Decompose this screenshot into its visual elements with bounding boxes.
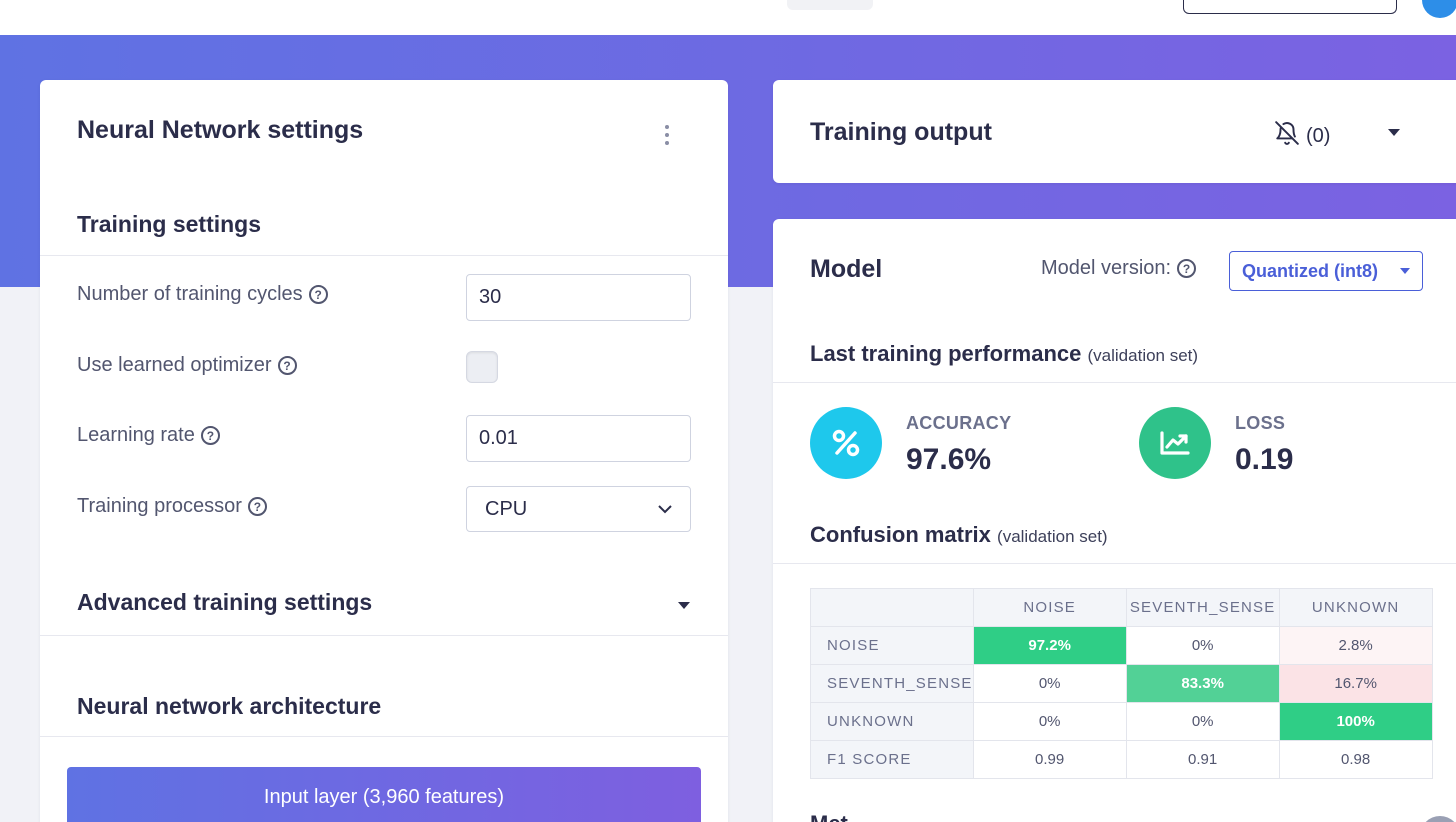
neural-network-settings-card: Neural Network settings Training setting… bbox=[40, 80, 728, 822]
model-version-label: Model version: ? bbox=[1041, 257, 1197, 280]
training-processor-label-text: Training processor bbox=[77, 495, 242, 517]
notification-count: (0) bbox=[1306, 124, 1331, 147]
caret-down-icon[interactable] bbox=[678, 602, 690, 609]
top-navbar bbox=[0, 0, 1456, 35]
confusion-title-text: Confusion matrix bbox=[810, 522, 991, 547]
training-cycles-label-text: Number of training cycles bbox=[77, 283, 303, 305]
model-card: Model Model version: ? Quantized (int8) … bbox=[773, 219, 1456, 822]
column-header: SEVENTH_SENSE bbox=[1125, 588, 1280, 627]
corner-cell bbox=[810, 588, 974, 627]
confusion-matrix-table: NOISE SEVENTH_SENSE UNKNOWN NOISE 97.2% … bbox=[810, 588, 1433, 779]
learning-rate-input[interactable]: 0.01 bbox=[466, 415, 691, 462]
training-processor-select[interactable]: CPU bbox=[466, 486, 691, 532]
question-circle-icon[interactable]: ? bbox=[200, 426, 220, 445]
accuracy-value: 97.6% bbox=[906, 443, 992, 476]
question-circle-icon[interactable]: ? bbox=[1177, 259, 1197, 278]
confusion-subtitle: (validation set) bbox=[997, 527, 1108, 546]
card-title: Neural Network settings bbox=[77, 116, 364, 144]
chevron-down-icon bbox=[658, 504, 672, 514]
confusion-matrix-title: Confusion matrix (validation set) bbox=[810, 522, 1108, 548]
table-row: SEVENTH_SENSE 0% 83.3% 16.7% bbox=[810, 664, 1433, 703]
table-row: UNKNOWN 0% 0% 100% bbox=[810, 702, 1433, 741]
learned-optimizer-label: Use learned optimizer ? bbox=[77, 354, 297, 377]
f1-cell: 0.98 bbox=[1278, 740, 1433, 779]
chart-line-icon bbox=[1139, 407, 1211, 479]
training-output-title: Training output bbox=[810, 118, 992, 146]
kebab-menu-icon[interactable] bbox=[663, 125, 671, 145]
matrix-cell: 83.3% bbox=[1125, 664, 1280, 703]
column-header: UNKNOWN bbox=[1278, 588, 1433, 627]
percent-icon bbox=[810, 407, 882, 479]
learned-optimizer-checkbox[interactable] bbox=[466, 351, 498, 383]
f1-cell: 0.99 bbox=[972, 740, 1127, 779]
learning-rate-label: Learning rate ? bbox=[77, 424, 220, 447]
matrix-cell: 0% bbox=[972, 664, 1127, 703]
accuracy-label: ACCURACY bbox=[906, 413, 1012, 433]
bell-slash-icon bbox=[1274, 120, 1300, 152]
model-version-label-text: Model version: bbox=[1041, 257, 1172, 279]
row-header: SEVENTH_SENSE bbox=[810, 664, 974, 703]
training-processor-label: Training processor ? bbox=[77, 495, 267, 518]
f1-cell: 0.91 bbox=[1125, 740, 1280, 779]
row-header: NOISE bbox=[810, 626, 974, 665]
training-settings-title: Training settings bbox=[77, 211, 262, 237]
row-header: F1 SCORE bbox=[810, 740, 974, 779]
question-circle-icon[interactable]: ? bbox=[277, 356, 297, 375]
caret-down-icon bbox=[1400, 268, 1410, 274]
table-row: F1 SCORE 0.99 0.91 0.98 bbox=[810, 740, 1433, 779]
row-header: UNKNOWN bbox=[810, 702, 974, 741]
caret-down-icon[interactable] bbox=[1388, 129, 1400, 136]
divider bbox=[773, 563, 1456, 564]
question-circle-icon[interactable]: ? bbox=[308, 285, 328, 304]
matrix-cell: 100% bbox=[1278, 702, 1433, 741]
nav-tab-fragment[interactable] bbox=[787, 0, 873, 10]
confusion-header-row: NOISE SEVENTH_SENSE UNKNOWN bbox=[810, 588, 1433, 627]
model-version-select[interactable]: Quantized (int8) bbox=[1229, 251, 1423, 291]
column-header: NOISE bbox=[972, 588, 1127, 627]
architecture-title: Neural network architecture bbox=[77, 693, 382, 719]
divider bbox=[40, 635, 728, 636]
training-cycles-label: Number of training cycles ? bbox=[77, 283, 328, 306]
input-layer-block[interactable]: Input layer (3,960 features) bbox=[67, 767, 701, 822]
loss-value: 0.19 bbox=[1235, 443, 1294, 476]
notifications-toggle[interactable]: (0) bbox=[1274, 120, 1330, 152]
matrix-cell: 0% bbox=[972, 702, 1127, 741]
divider bbox=[40, 736, 728, 737]
matrix-cell: 2.8% bbox=[1278, 626, 1433, 665]
divider bbox=[773, 382, 1456, 383]
question-circle-icon[interactable]: ? bbox=[247, 497, 267, 516]
model-version-value: Quantized (int8) bbox=[1242, 260, 1378, 281]
learned-optimizer-label-text: Use learned optimizer bbox=[77, 354, 272, 376]
matrix-cell: 97.2% bbox=[972, 626, 1127, 665]
matrix-cell: 16.7% bbox=[1278, 664, 1433, 703]
last-training-performance-title: Last training performance (validation se… bbox=[810, 341, 1198, 367]
matrix-cell: 0% bbox=[1125, 626, 1280, 665]
matrix-cell: 0% bbox=[1125, 702, 1280, 741]
loss-label: LOSS bbox=[1235, 413, 1286, 433]
advanced-training-settings-toggle[interactable]: Advanced training settings bbox=[77, 589, 372, 616]
avatar[interactable] bbox=[1422, 0, 1456, 18]
divider bbox=[40, 255, 728, 256]
training-cycles-input[interactable]: 30 bbox=[466, 274, 691, 321]
performance-subtitle: (validation set) bbox=[1087, 346, 1199, 365]
next-section-title: Met bbox=[810, 811, 848, 822]
model-title: Model bbox=[810, 255, 883, 283]
nav-button-fragment[interactable] bbox=[1183, 0, 1397, 14]
learning-rate-label-text: Learning rate bbox=[77, 424, 195, 446]
performance-title-text: Last training performance bbox=[810, 341, 1082, 366]
training-output-card: Training output (0) bbox=[773, 80, 1456, 183]
table-row: NOISE 97.2% 0% 2.8% bbox=[810, 626, 1433, 665]
training-processor-value: CPU bbox=[485, 497, 528, 520]
